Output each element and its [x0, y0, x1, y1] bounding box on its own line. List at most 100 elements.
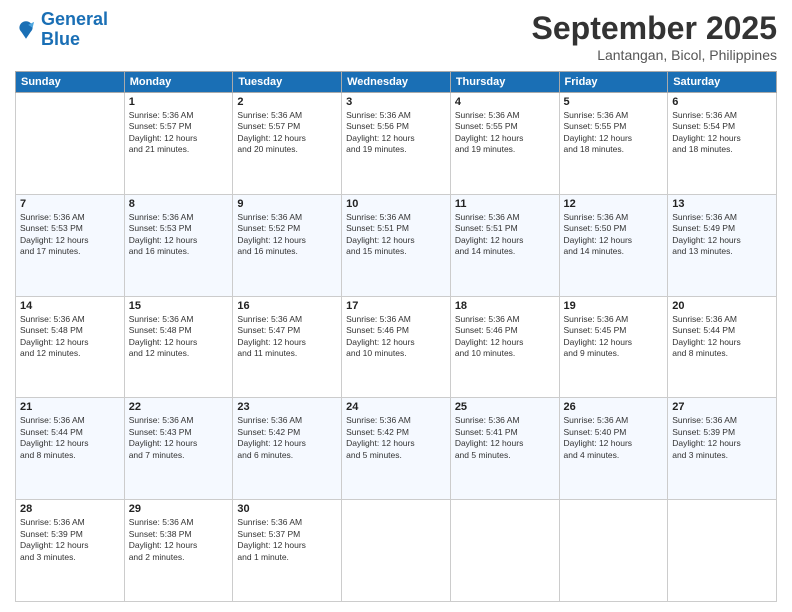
location: Lantangan, Bicol, Philippines [532, 47, 777, 63]
day-number: 11 [455, 198, 555, 210]
calendar-cell [559, 500, 668, 602]
page: General Blue September 2025 Lantangan, B… [0, 0, 792, 612]
day-info: Sunrise: 5:36 AMSunset: 5:50 PMDaylight:… [564, 212, 664, 258]
day-info: Sunrise: 5:36 AMSunset: 5:38 PMDaylight:… [129, 517, 229, 563]
week-row: 21 Sunrise: 5:36 AMSunset: 5:44 PMDayligh… [16, 398, 777, 500]
day-number: 3 [346, 96, 446, 108]
day-number: 17 [346, 300, 446, 312]
day-number: 20 [672, 300, 772, 312]
day-number: 27 [672, 401, 772, 413]
day-info: Sunrise: 5:36 AMSunset: 5:51 PMDaylight:… [455, 212, 555, 258]
week-row: 14 Sunrise: 5:36 AMSunset: 5:48 PMDayligh… [16, 296, 777, 398]
day-info: Sunrise: 5:36 AMSunset: 5:48 PMDaylight:… [129, 314, 229, 360]
day-number: 1 [129, 96, 229, 108]
calendar-cell: 30 Sunrise: 5:36 AMSunset: 5:37 PMDayligh… [233, 500, 342, 602]
calendar-cell: 29 Sunrise: 5:36 AMSunset: 5:38 PMDayligh… [124, 500, 233, 602]
day-number: 19 [564, 300, 664, 312]
day-info: Sunrise: 5:36 AMSunset: 5:53 PMDaylight:… [129, 212, 229, 258]
day-info: Sunrise: 5:36 AMSunset: 5:52 PMDaylight:… [237, 212, 337, 258]
header: General Blue September 2025 Lantangan, B… [15, 10, 777, 63]
day-info: Sunrise: 5:36 AMSunset: 5:54 PMDaylight:… [672, 110, 772, 156]
day-info: Sunrise: 5:36 AMSunset: 5:42 PMDaylight:… [346, 415, 446, 461]
day-number: 24 [346, 401, 446, 413]
calendar-cell: 20 Sunrise: 5:36 AMSunset: 5:44 PMDayligh… [668, 296, 777, 398]
calendar-cell: 25Sunrise: 5:36 AMSunset: 5:41 PMDayligh… [450, 398, 559, 500]
day-number: 26 [564, 401, 664, 413]
calendar-cell: 7Sunrise: 5:36 AMSunset: 5:53 PMDaylight… [16, 194, 125, 296]
day-number: 12 [564, 198, 664, 210]
calendar-cell: 4 Sunrise: 5:36 AMSunset: 5:55 PMDaylight… [450, 93, 559, 195]
day-info: Sunrise: 5:36 AMSunset: 5:44 PMDaylight:… [20, 415, 120, 461]
day-number: 21 [20, 401, 120, 413]
logo-icon [15, 19, 37, 41]
calendar-cell: 28Sunrise: 5:36 AMSunset: 5:39 PMDayligh… [16, 500, 125, 602]
day-info: Sunrise: 5:36 AMSunset: 5:51 PMDaylight:… [346, 212, 446, 258]
day-number: 18 [455, 300, 555, 312]
calendar-cell [342, 500, 451, 602]
day-number: 22 [129, 401, 229, 413]
weekday-header: Friday [559, 72, 668, 93]
calendar-table: SundayMondayTuesdayWednesdayThursdayFrid… [15, 71, 777, 602]
weekday-header: Sunday [16, 72, 125, 93]
week-row: 7Sunrise: 5:36 AMSunset: 5:53 PMDaylight… [16, 194, 777, 296]
day-number: 6 [672, 96, 772, 108]
calendar-cell: 11 Sunrise: 5:36 AMSunset: 5:51 PMDayligh… [450, 194, 559, 296]
day-number: 14 [20, 300, 120, 312]
calendar-cell: 27 Sunrise: 5:36 AMSunset: 5:39 PMDayligh… [668, 398, 777, 500]
day-info: Sunrise: 5:36 AMSunset: 5:57 PMDaylight:… [237, 110, 337, 156]
calendar-cell: 13Sunrise: 5:36 AMSunset: 5:49 PMDayligh… [668, 194, 777, 296]
calendar-cell: 18 Sunrise: 5:36 AMSunset: 5:46 PMDayligh… [450, 296, 559, 398]
calendar-cell: 2 Sunrise: 5:36 AMSunset: 5:57 PMDaylight… [233, 93, 342, 195]
logo: General Blue [15, 10, 108, 50]
day-info: Sunrise: 5:36 AMSunset: 5:56 PMDaylight:… [346, 110, 446, 156]
week-row: 28Sunrise: 5:36 AMSunset: 5:39 PMDayligh… [16, 500, 777, 602]
weekday-header-row: SundayMondayTuesdayWednesdayThursdayFrid… [16, 72, 777, 93]
weekday-header: Wednesday [342, 72, 451, 93]
calendar-cell: 9 Sunrise: 5:36 AMSunset: 5:52 PMDaylight… [233, 194, 342, 296]
title-section: September 2025 Lantangan, Bicol, Philipp… [532, 10, 777, 63]
month-title: September 2025 [532, 10, 777, 47]
day-info: Sunrise: 5:36 AMSunset: 5:46 PMDaylight:… [346, 314, 446, 360]
week-row: 1 Sunrise: 5:36 AMSunset: 5:57 PMDaylight… [16, 93, 777, 195]
calendar-cell: 26 Sunrise: 5:36 AMSunset: 5:40 PMDayligh… [559, 398, 668, 500]
day-info: Sunrise: 5:36 AMSunset: 5:55 PMDaylight:… [455, 110, 555, 156]
day-info: Sunrise: 5:36 AMSunset: 5:45 PMDaylight:… [564, 314, 664, 360]
day-info: Sunrise: 5:36 AMSunset: 5:37 PMDaylight:… [237, 517, 337, 563]
day-number: 28 [20, 503, 120, 515]
day-info: Sunrise: 5:36 AMSunset: 5:44 PMDaylight:… [672, 314, 772, 360]
weekday-header: Monday [124, 72, 233, 93]
day-info: Sunrise: 5:36 AMSunset: 5:41 PMDaylight:… [455, 415, 555, 461]
day-number: 16 [237, 300, 337, 312]
calendar-cell: 12 Sunrise: 5:36 AMSunset: 5:50 PMDayligh… [559, 194, 668, 296]
day-info: Sunrise: 5:36 AMSunset: 5:40 PMDaylight:… [564, 415, 664, 461]
calendar-cell: 5 Sunrise: 5:36 AMSunset: 5:55 PMDaylight… [559, 93, 668, 195]
calendar-cell: 3 Sunrise: 5:36 AMSunset: 5:56 PMDaylight… [342, 93, 451, 195]
day-number: 30 [237, 503, 337, 515]
day-number: 4 [455, 96, 555, 108]
weekday-header: Tuesday [233, 72, 342, 93]
weekday-header: Saturday [668, 72, 777, 93]
day-number: 2 [237, 96, 337, 108]
day-number: 13 [672, 198, 772, 210]
calendar-cell: 1 Sunrise: 5:36 AMSunset: 5:57 PMDaylight… [124, 93, 233, 195]
day-info: Sunrise: 5:36 AMSunset: 5:39 PMDaylight:… [672, 415, 772, 461]
calendar-cell: 17 Sunrise: 5:36 AMSunset: 5:46 PMDayligh… [342, 296, 451, 398]
day-info: Sunrise: 5:36 AMSunset: 5:57 PMDaylight:… [129, 110, 229, 156]
logo-text: General Blue [41, 10, 108, 50]
calendar-cell: 15Sunrise: 5:36 AMSunset: 5:48 PMDayligh… [124, 296, 233, 398]
calendar-cell: 22 Sunrise: 5:36 AMSunset: 5:43 PMDayligh… [124, 398, 233, 500]
day-number: 5 [564, 96, 664, 108]
calendar-cell: 24 Sunrise: 5:36 AMSunset: 5:42 PMDayligh… [342, 398, 451, 500]
calendar-cell: 23 Sunrise: 5:36 AMSunset: 5:42 PMDayligh… [233, 398, 342, 500]
day-info: Sunrise: 5:36 AMSunset: 5:43 PMDaylight:… [129, 415, 229, 461]
day-number: 9 [237, 198, 337, 210]
day-info: Sunrise: 5:36 AMSunset: 5:46 PMDaylight:… [455, 314, 555, 360]
day-info: Sunrise: 5:36 AMSunset: 5:55 PMDaylight:… [564, 110, 664, 156]
weekday-header: Thursday [450, 72, 559, 93]
calendar-cell: 14 Sunrise: 5:36 AMSunset: 5:48 PMDayligh… [16, 296, 125, 398]
day-number: 23 [237, 401, 337, 413]
day-number: 29 [129, 503, 229, 515]
day-info: Sunrise: 5:36 AMSunset: 5:53 PMDaylight:… [20, 212, 120, 258]
day-info: Sunrise: 5:36 AMSunset: 5:42 PMDaylight:… [237, 415, 337, 461]
day-info: Sunrise: 5:36 AMSunset: 5:48 PMDaylight:… [20, 314, 120, 360]
